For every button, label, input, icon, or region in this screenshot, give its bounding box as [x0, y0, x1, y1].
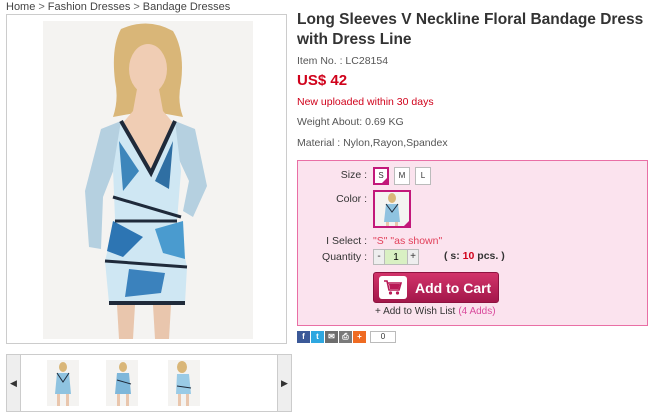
- print-icon[interactable]: ⎙: [339, 331, 352, 343]
- size-option-label: M: [398, 171, 406, 180]
- size-option-label: L: [420, 171, 426, 180]
- plus-icon[interactable]: +: [353, 331, 366, 343]
- color-label: Color :: [336, 193, 367, 205]
- product-material: Material : Nylon,Rayon,Spandex: [297, 137, 448, 149]
- wishlist-adds-count: (4 Adds): [458, 306, 496, 317]
- cart-icon: [379, 276, 407, 299]
- breadcrumb-bandage-dresses[interactable]: Bandage Dresses: [143, 1, 230, 13]
- iselect-value: "S" "as shown": [373, 235, 443, 247]
- color-swatch-as-shown[interactable]: [373, 190, 411, 228]
- stock-suffix: pcs. ): [477, 250, 505, 262]
- quantity-input[interactable]: [385, 249, 407, 265]
- thumbnail-3[interactable]: [168, 360, 200, 406]
- thumbnail-next-arrow[interactable]: ▶: [277, 355, 291, 411]
- breadcrumb-separator: >: [38, 1, 45, 13]
- iselect-label: I Select :: [326, 235, 367, 247]
- selected-check-icon: [403, 220, 409, 226]
- product-title: Long Sleeves V Neckline Floral Bandage D…: [297, 11, 644, 48]
- mail-icon[interactable]: ✉: [325, 331, 338, 343]
- wishlist-area: + Add to Wish List (4 Adds): [375, 306, 496, 317]
- share-bar: f t ✉ ⎙ + 0: [297, 331, 396, 343]
- breadcrumb: Home > Fashion Dresses > Bandage Dresses: [6, 1, 230, 13]
- size-label: Size :: [340, 169, 367, 181]
- quantity-plus-button[interactable]: +: [407, 249, 419, 265]
- product-price: US$ 42: [297, 72, 348, 89]
- twitter-icon[interactable]: t: [311, 331, 324, 343]
- breadcrumb-home[interactable]: Home: [6, 1, 35, 13]
- item-number: Item No. : LC28154: [297, 55, 389, 67]
- thumbnail-strip: ◀ ▶: [6, 354, 292, 412]
- breadcrumb-fashion-dresses[interactable]: Fashion Dresses: [48, 1, 131, 13]
- stock-prefix: ( s:: [444, 250, 460, 262]
- options-panel: Size : S M L Color : I Select : "S" "as …: [297, 160, 648, 326]
- add-to-cart-label: Add to Cart: [415, 279, 492, 296]
- quantity-minus-button[interactable]: -: [373, 249, 385, 265]
- quantity-label: Quantity :: [322, 251, 367, 263]
- product-photo: [43, 21, 253, 339]
- new-upload-notice: New uploaded within 30 days: [297, 96, 434, 108]
- selected-check-icon: [381, 177, 388, 184]
- thumbnail-1[interactable]: [47, 360, 79, 406]
- thumbnail-2[interactable]: [106, 360, 138, 406]
- facebook-icon[interactable]: f: [297, 331, 310, 343]
- product-weight: Weight About: 0.69 KG: [297, 116, 404, 128]
- size-option-s[interactable]: S: [373, 167, 389, 185]
- size-option-l[interactable]: L: [415, 167, 431, 185]
- breadcrumb-separator: >: [133, 1, 140, 13]
- add-to-wishlist-link[interactable]: + Add to Wish List: [375, 306, 455, 317]
- thumbnail-prev-arrow[interactable]: ◀: [7, 355, 21, 411]
- quantity-stepper: - +: [373, 249, 419, 265]
- main-product-image[interactable]: [6, 14, 287, 344]
- stock-count: 10: [462, 250, 475, 262]
- share-count: 0: [370, 331, 396, 343]
- stock-info: ( s: 10 pcs. ): [444, 250, 505, 262]
- add-to-cart-button[interactable]: Add to Cart: [373, 272, 499, 303]
- size-option-m[interactable]: M: [394, 167, 410, 185]
